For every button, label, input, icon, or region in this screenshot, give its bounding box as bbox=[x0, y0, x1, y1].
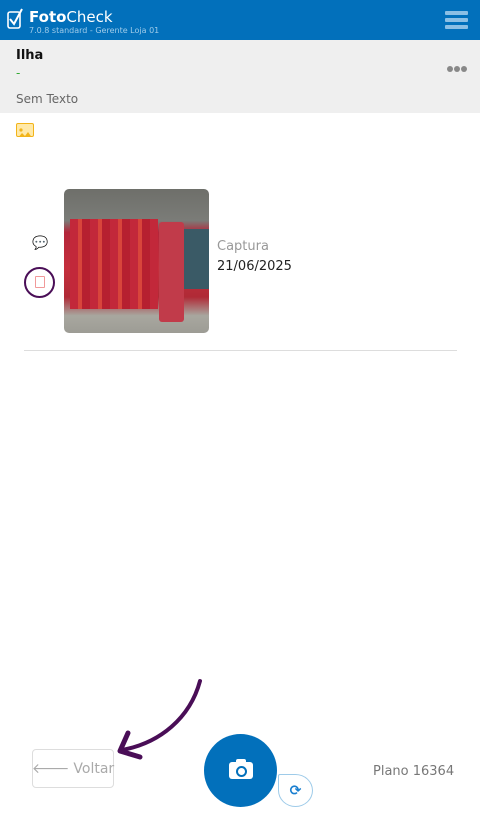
item-title: Ilha bbox=[16, 48, 44, 63]
camera-icon bbox=[229, 759, 253, 779]
trash-icon bbox=[35, 276, 45, 288]
back-button[interactable]: 🡐 Voltar bbox=[32, 749, 114, 788]
app-header: FotoCheck 7.0.8 standard - Gerente Loja … bbox=[0, 0, 480, 40]
checkbox-logo-icon bbox=[7, 8, 23, 29]
app-brand: FotoCheck bbox=[29, 8, 113, 26]
arrow-left-icon: 🡐 bbox=[31, 761, 70, 777]
item-header: Ilha - Sem Texto bbox=[0, 40, 480, 113]
sync-icon: ⟳ bbox=[289, 782, 302, 799]
capture-date: 21/06/2025 bbox=[217, 259, 292, 274]
hamburger-menu-icon[interactable] bbox=[445, 11, 468, 29]
delete-button[interactable] bbox=[24, 267, 55, 298]
item-subtitle: - bbox=[16, 66, 21, 80]
plan-number: Plano 16364 bbox=[373, 764, 455, 779]
more-options-icon[interactable] bbox=[447, 66, 467, 72]
image-icon[interactable] bbox=[16, 123, 34, 137]
capture-label: Captura bbox=[217, 239, 269, 254]
divider bbox=[24, 350, 457, 351]
photo-thumbnail[interactable] bbox=[64, 189, 209, 333]
item-text: Sem Texto bbox=[16, 92, 79, 106]
camera-button[interactable] bbox=[204, 734, 277, 807]
app-version: 7.0.8 standard - Gerente Loja 01 bbox=[29, 26, 160, 35]
comment-icon[interactable]: 💬 bbox=[32, 236, 48, 251]
annotation-arrow-icon bbox=[117, 679, 202, 760]
sync-button[interactable]: ⟳ bbox=[278, 774, 313, 807]
